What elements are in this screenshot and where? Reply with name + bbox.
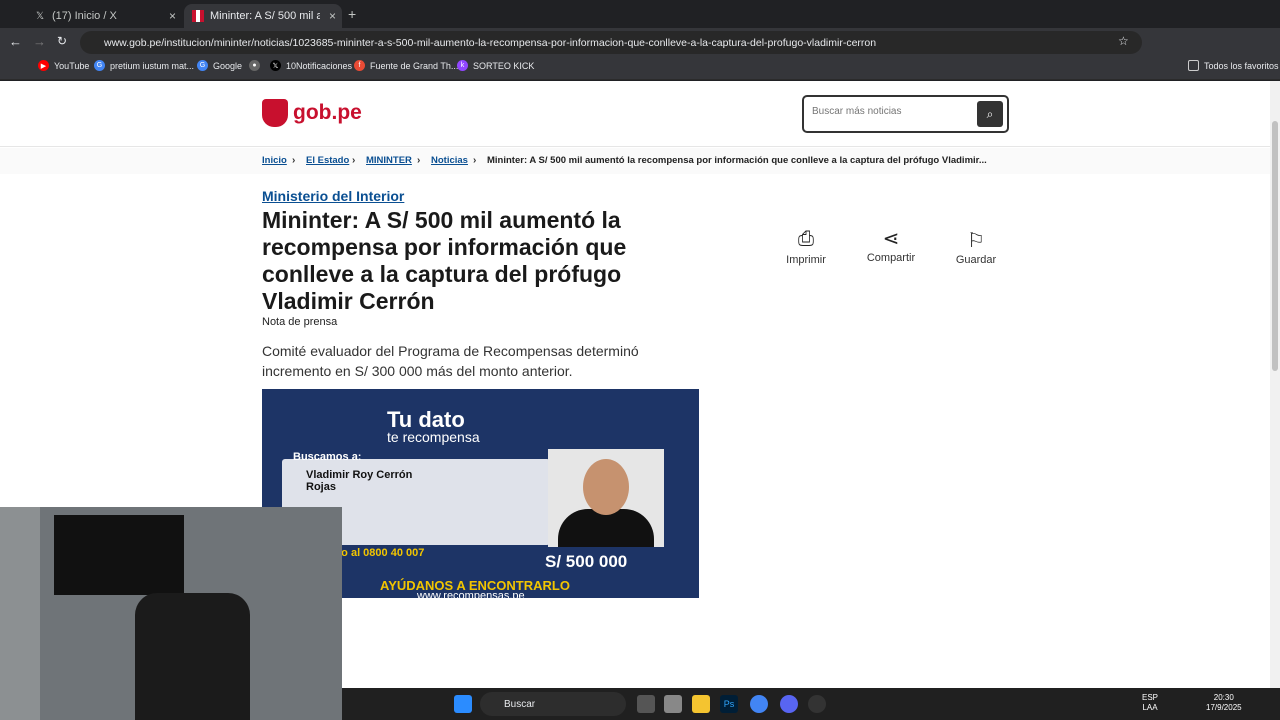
app-icon[interactable]	[808, 695, 826, 713]
file-explorer-icon[interactable]	[692, 695, 710, 713]
close-icon[interactable]: ×	[329, 9, 336, 23]
back-icon[interactable]: ←	[9, 34, 22, 49]
gob-logo[interactable]: gob.pe	[262, 99, 362, 127]
tab-mininter[interactable]: Mininter: A S/ 500 mil aument ×	[184, 4, 342, 28]
television	[54, 515, 184, 595]
google-icon: G	[94, 60, 105, 71]
chevron-right-icon: ›	[417, 155, 421, 166]
x-icon: 𝕏	[270, 60, 281, 71]
share-icon: ⋖	[882, 228, 900, 250]
bookmarks-bar: ▶ YouTube Gpretium iustum mat... G Google …	[0, 56, 1280, 80]
all-bookmarks[interactable]: Todos los favoritos	[1188, 60, 1279, 71]
site-header: gob.pe ⌕	[0, 81, 1270, 147]
bookmark-fuente[interactable]: f Fuente de Grand Th...	[354, 60, 458, 71]
poster-buscamos: Buscamos a:	[293, 451, 362, 463]
crumb-noticias[interactable]: Noticias	[431, 155, 468, 166]
x-icon: 𝕏	[35, 10, 45, 22]
tab-label: Mininter: A S/ 500 mil aument	[210, 10, 320, 22]
bookmark-icon: ⚐	[967, 230, 985, 252]
search-icon: ⌕	[986, 106, 994, 121]
flipboard-icon: f	[354, 60, 365, 71]
task-view-icon[interactable]	[637, 695, 655, 713]
scrollbar[interactable]	[1270, 81, 1280, 688]
bookmark-youtube[interactable]: ▶ YouTube	[38, 60, 89, 71]
kick-icon: k	[457, 60, 468, 71]
news-search: ⌕	[802, 95, 1009, 133]
crumb-estado[interactable]: El Estado	[306, 155, 349, 166]
chrome-icon[interactable]	[750, 695, 768, 713]
bookmark-globe[interactable]: ●	[249, 60, 265, 71]
close-icon[interactable]: ×	[169, 9, 176, 23]
google-icon: G	[197, 60, 208, 71]
bookmark-notificaciones[interactable]: 𝕏 10Notificaciones	[270, 60, 352, 71]
suspect-photo	[548, 449, 664, 547]
ministry-link[interactable]: Ministerio del Interior	[262, 188, 404, 204]
crumb-mininter[interactable]: MININTER	[366, 155, 412, 166]
forward-icon[interactable]: →	[33, 34, 46, 49]
crumb-inicio[interactable]: Inicio	[262, 155, 287, 166]
printer-icon: ⎙	[798, 228, 814, 250]
print-button[interactable]: ⎙ Imprimir	[776, 228, 836, 266]
poster-amount: S/ 500 000	[545, 552, 628, 571]
star-icon[interactable]: ☆	[1118, 34, 1129, 48]
bookmark-pretium[interactable]: Gpretium iustum mat...	[94, 60, 194, 71]
article-type: Nota de prensa	[262, 316, 338, 328]
app-icon[interactable]	[664, 695, 682, 713]
poster-phone: alo al 0800 40 007	[332, 547, 425, 559]
toolbar: ← → ↻ www.gob.pe/institucion/mininter/no…	[0, 28, 1280, 56]
tab-x[interactable]: 𝕏 (17) Inicio / X ×	[26, 4, 182, 28]
clock[interactable]: 20:30 17/9/2025	[1206, 693, 1242, 713]
taskbar: Buscar Ps ESP LAA 20:30 17/9/2025	[342, 688, 1280, 720]
bookmark-sorteo[interactable]: k SORTEO KICK	[457, 60, 534, 71]
bookmark-google[interactable]: G Google	[197, 60, 242, 71]
search-button[interactable]: ⌕	[977, 101, 1003, 127]
url-text: www.gob.pe/institucion/mininter/noticias…	[104, 36, 877, 49]
address-bar[interactable]: www.gob.pe/institucion/mininter/noticias…	[80, 31, 1142, 54]
chevron-right-icon: ›	[473, 155, 477, 166]
language-indicator[interactable]: ESP LAA	[1142, 693, 1158, 713]
crumb-current: Mininter: A S/ 500 mil aumentó la recomp…	[487, 155, 987, 166]
article-lead: Comité evaluador del Programa de Recompe…	[262, 343, 639, 379]
chevron-right-icon: ›	[352, 155, 356, 166]
new-tab-icon[interactable]: +	[348, 6, 356, 22]
article-title: Mininter: A S/ 500 mil aumentó la recomp…	[262, 207, 627, 314]
peru-shield-icon	[262, 99, 288, 127]
search-input[interactable]	[812, 106, 972, 117]
webcam-overlay	[0, 507, 342, 720]
save-button[interactable]: ⚐ Guardar	[946, 228, 1006, 266]
taskbar-search[interactable]: Buscar	[480, 692, 626, 716]
folder-icon	[1188, 60, 1199, 71]
breadcrumb: Inicio › El Estado › MININTER › Noticias…	[0, 148, 1270, 174]
peru-flag-icon	[192, 10, 204, 22]
tab-bar: 𝕏 (17) Inicio / X × Mininter: A S/ 500 m…	[0, 0, 1280, 28]
share-button[interactable]: ⋖ Compartir	[861, 226, 921, 264]
poster-name: Vladimir Roy Cerrón Rojas	[306, 469, 413, 493]
chevron-right-icon: ›	[292, 155, 296, 166]
office-chair	[135, 593, 250, 720]
poster-subheadline: te recompensa	[387, 429, 480, 445]
youtube-icon: ▶	[38, 60, 49, 71]
photoshop-icon[interactable]: Ps	[720, 695, 738, 713]
reload-icon[interactable]: ↻	[57, 34, 67, 48]
discord-icon[interactable]	[780, 695, 798, 713]
windows-icon[interactable]	[454, 695, 472, 713]
tab-label: (17) Inicio / X	[52, 10, 117, 22]
globe-icon: ●	[249, 60, 260, 71]
